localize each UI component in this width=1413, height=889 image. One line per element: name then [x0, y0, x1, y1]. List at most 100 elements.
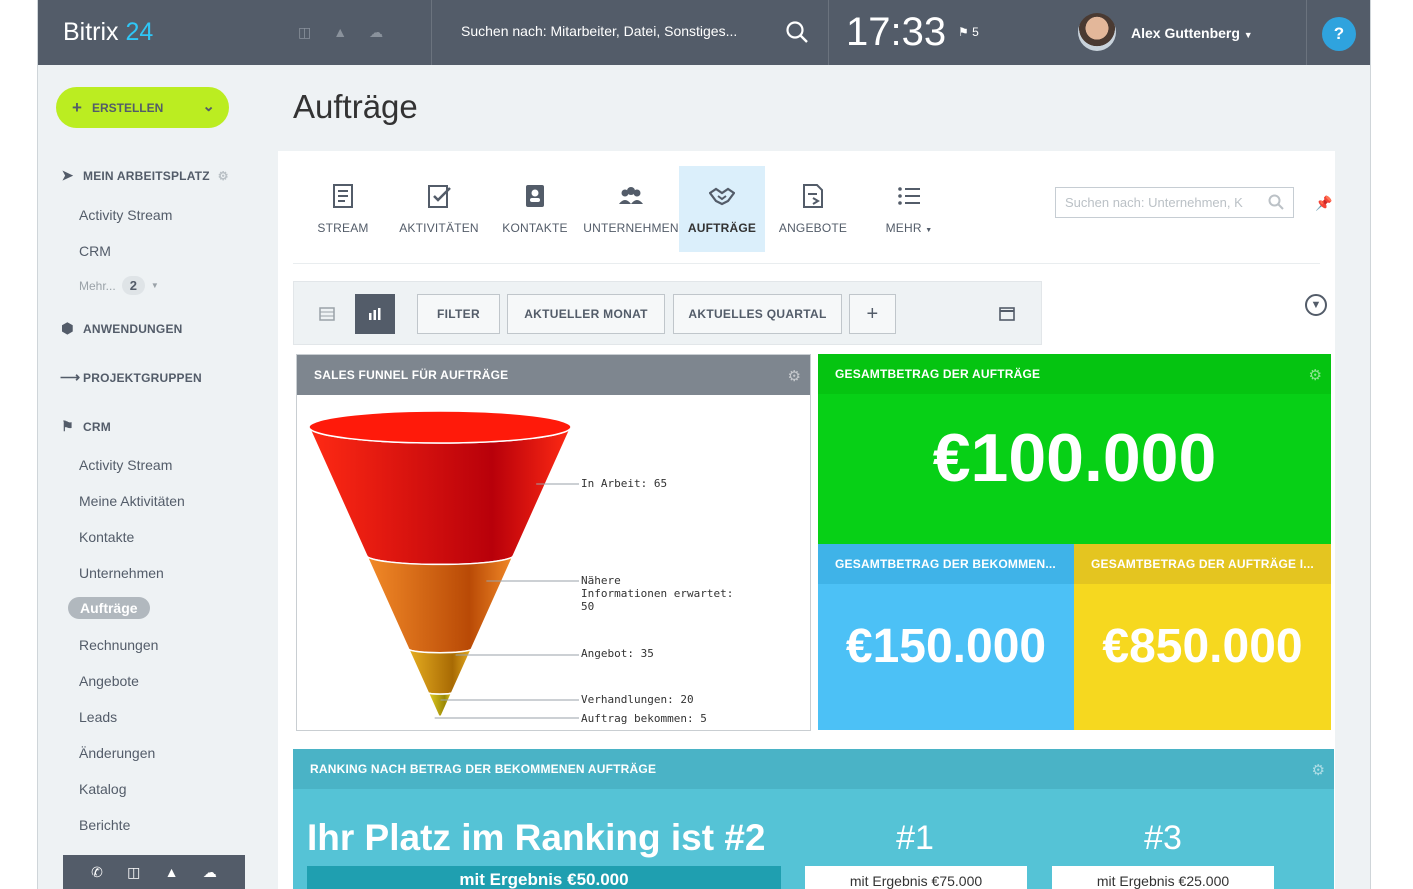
funnel-segment-1[interactable] [308, 426, 572, 566]
people-icon [619, 187, 643, 204]
sidebar-item-leads[interactable]: Leads [79, 709, 117, 725]
cloud-icon[interactable]: ☁ [203, 864, 217, 881]
sidebar-item-companies[interactable]: Unternehmen [79, 565, 164, 581]
logo[interactable]: Bitrix 24 [63, 18, 153, 47]
widget-total-amount: GESAMTBETRAG DER AUFTRÄGE ⚙ €100.000 [818, 354, 1331, 544]
sidebar-item-activities[interactable]: Meine Aktivitäten [79, 493, 185, 509]
current-month-button[interactable]: AKTUELLER MONAT [507, 294, 665, 334]
sidebar-item-reports[interactable]: Berichte [79, 817, 130, 833]
avatar[interactable] [1078, 13, 1116, 51]
handshake-icon [709, 187, 735, 206]
app-window: Bitrix 24 ◫ ▲ ☁ Suchen nach: Mitarbeiter… [37, 0, 1371, 889]
pin-icon: ➤ [61, 167, 74, 183]
rank-3-result: mit Ergebnis €25.000 [1052, 866, 1274, 889]
list-view-button[interactable] [307, 294, 347, 334]
widget-header: GESAMTBETRAG DER BEKOMMEN... [818, 544, 1074, 584]
contact-card-icon [526, 185, 544, 207]
search-icon[interactable] [1268, 194, 1284, 213]
widget-header: RANKING NACH BETRAG DER BEKOMMENEN AUFTR… [293, 749, 1334, 789]
caret-icon: ▼ [150, 281, 159, 290]
rank-3-label: #3 [1144, 819, 1182, 857]
filter-button[interactable]: FILTER [417, 294, 500, 334]
bell-icon[interactable]: ▲ [165, 864, 179, 880]
flag-icon: ⚑ [61, 418, 74, 434]
gear-icon[interactable]: ⚙ [1309, 366, 1322, 384]
widget-ranking: RANKING NACH BETRAG DER BEKOMMENEN AUFTR… [293, 749, 1334, 889]
global-search-input[interactable]: Suchen nach: Mitarbeiter, Datei, Sonstig… [461, 23, 737, 39]
search-icon[interactable] [785, 20, 809, 49]
gear-icon[interactable]: ⚙ [218, 169, 229, 183]
tab-stream[interactable]: STREAM [295, 166, 391, 252]
phone-icon[interactable]: ✆ [91, 864, 103, 881]
cloud-icon[interactable]: ☁ [369, 24, 383, 41]
checklist-icon [428, 185, 451, 208]
funnel-label: Verhandlungen: 20 [581, 693, 694, 706]
more-count-badge: 2 [121, 276, 145, 295]
bar-chart-icon [369, 308, 381, 320]
sidebar-section-workspace[interactable]: ➤ MEIN ARBEITSPLATZ ⚙ [60, 167, 229, 184]
pin-icon[interactable]: 📌 [1315, 195, 1332, 212]
header-divider [1306, 0, 1307, 65]
clock[interactable]: 17:33 [846, 10, 946, 55]
sidebar-item-crm-activity-stream[interactable]: Activity Stream [79, 457, 172, 473]
divider [293, 263, 1320, 264]
top-header: Bitrix 24 ◫ ▲ ☁ Suchen nach: Mitarbeiter… [38, 0, 1370, 65]
flag-icon[interactable]: ⚑ 5 [958, 25, 979, 39]
flag-count: 5 [972, 25, 979, 39]
total-amount-value: €100.000 [932, 420, 1217, 496]
chat-icon[interactable]: ◫ [127, 864, 140, 881]
funnel-segment-2[interactable] [365, 555, 515, 654]
bottom-toolbar: ✆ ◫ ▲ ☁ [63, 855, 245, 889]
window-icon[interactable] [987, 294, 1027, 334]
chat-icon[interactable]: ◫ [298, 24, 311, 41]
gear-icon[interactable]: ⚙ [788, 367, 801, 385]
tab-companies[interactable]: UNTERNEHMEN [583, 166, 679, 252]
tab-activities[interactable]: AKTIVITÄTEN [391, 166, 487, 252]
quote-document-icon [803, 184, 823, 208]
ranking-text: Ihr Platz im Ranking ist #2 [307, 817, 766, 858]
collapse-icon[interactable]: ▼ [1305, 294, 1327, 316]
sidebar-item-changes[interactable]: Änderungen [79, 745, 155, 761]
funnel-label: Auftrag bekommen: 5 [581, 712, 707, 725]
sidebar-item-contacts[interactable]: Kontakte [79, 529, 134, 545]
widget-header: SALES FUNNEL FÜR AUFTRÄGE [297, 355, 810, 395]
tab-more[interactable]: MEHR ▼ [861, 166, 957, 252]
share-icon: ⟶ [60, 369, 81, 385]
chevron-down-icon: ⌄ [202, 98, 215, 115]
sidebar-item-quotes[interactable]: Angebote [79, 673, 139, 689]
sidebar-section-groups[interactable]: ⟶ PROJEKTGRUPPEN [60, 369, 202, 386]
current-quarter-button[interactable]: AKTUELLES QUARTAL [673, 294, 842, 334]
list-icon [898, 187, 920, 205]
sidebar-item-crm[interactable]: CRM [79, 243, 111, 259]
sidebar-item-invoices[interactable]: Rechnungen [79, 637, 158, 653]
funnel-segment-4[interactable] [427, 691, 453, 717]
user-menu[interactable]: Alex Guttenberg ▼ [1131, 25, 1253, 41]
crm-search-input[interactable]: Suchen nach: Unternehmen, K [1055, 187, 1294, 218]
tab-deals[interactable]: AUFTRÄGE [679, 166, 765, 252]
sidebar-section-apps[interactable]: ⬢ ANWENDUNGEN [60, 320, 183, 337]
document-icon [333, 184, 353, 208]
header-icons: ◫ ▲ ☁ [298, 24, 383, 41]
plus-icon: + [72, 97, 82, 117]
tab-contacts[interactable]: KONTAKTE [487, 166, 583, 252]
crm-panel: STREAM AKTIVITÄTEN KONTAKTE UNTERNEHMEN … [278, 151, 1335, 889]
list-view-icon [319, 307, 335, 321]
chart-view-button[interactable] [355, 294, 395, 334]
sidebar-item-deals[interactable]: Aufträge [68, 597, 150, 619]
funnel-segment-3[interactable] [407, 648, 473, 695]
sidebar-item-activity-stream[interactable]: Activity Stream [79, 207, 172, 223]
sidebar-section-crm[interactable]: ⚑ CRM [60, 418, 111, 435]
gear-icon[interactable]: ⚙ [1312, 761, 1325, 779]
funnel-chart: In Arbeit: 65 NähereInformationen erwarte… [308, 410, 733, 725]
create-button[interactable]: + ERSTELLEN ⌄ [56, 87, 229, 128]
crm-tabs: STREAM AKTIVITÄTEN KONTAKTE UNTERNEHMEN … [295, 166, 957, 252]
tab-quotes[interactable]: ANGEBOTE [765, 166, 861, 252]
rank-1-label: #1 [896, 819, 934, 857]
funnel-top-ellipse [308, 410, 572, 444]
sidebar-item-catalog[interactable]: Katalog [79, 781, 126, 797]
add-filter-button[interactable]: + [849, 294, 896, 334]
help-button[interactable]: ? [1322, 17, 1356, 51]
header-divider [828, 0, 829, 65]
bell-icon[interactable]: ▲ [333, 24, 347, 41]
sidebar-more[interactable]: Mehr... 2 ▼ [79, 276, 159, 295]
